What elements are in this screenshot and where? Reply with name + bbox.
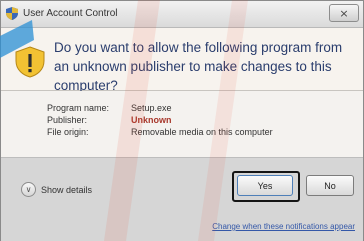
detail-label: File origin:: [47, 127, 89, 137]
yes-button[interactable]: Yes: [237, 175, 293, 196]
detail-value: Setup.exe: [131, 103, 172, 113]
detail-value: Unknown: [131, 115, 172, 125]
dialog-footer: ∨ Show details Yes No Change when these …: [1, 157, 363, 241]
prompt-question: Do you want to allow the following progr…: [54, 40, 343, 93]
uac-header: Do you want to allow the following progr…: [1, 28, 363, 93]
close-button[interactable]: ×: [329, 4, 359, 22]
change-notifications-link[interactable]: Change when these notifications appear: [212, 222, 355, 231]
no-button[interactable]: No: [306, 175, 354, 196]
show-details-label: Show details: [41, 184, 93, 195]
shield-warning-icon: [15, 46, 45, 78]
chevron-down-icon: ∨: [21, 182, 36, 197]
title-bar: User Account Control ×: [1, 1, 363, 28]
window-title: User Account Control: [23, 8, 118, 19]
detail-value: Removable media on this computer: [131, 127, 273, 137]
show-details-toggle[interactable]: ∨ Show details: [21, 182, 92, 197]
uac-dialog: User Account Control × Do you want to al…: [0, 0, 364, 241]
shield-icon: [6, 7, 18, 20]
program-details: Program name: Setup.exe Publisher: Unkno…: [1, 91, 363, 157]
detail-label: Publisher:: [47, 115, 88, 125]
detail-label: Program name:: [47, 103, 110, 113]
